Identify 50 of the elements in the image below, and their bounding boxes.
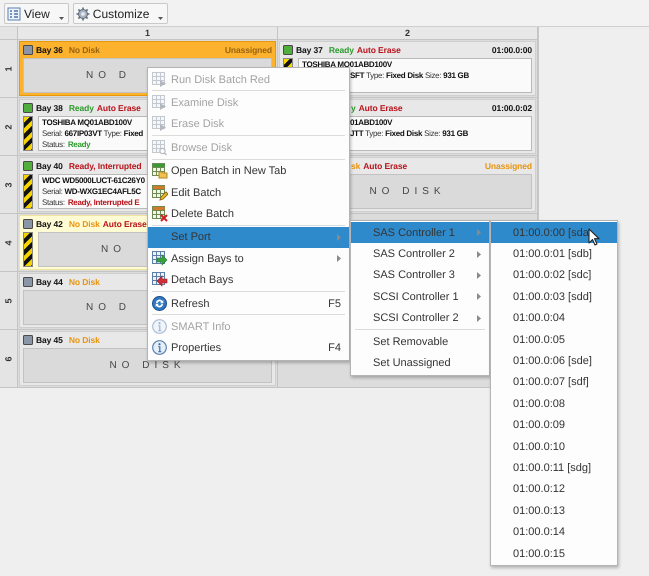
bay-status: No Disk <box>68 219 100 229</box>
bay-status: Auto Erase <box>102 219 147 229</box>
row-header: 5 <box>4 298 14 303</box>
bay-status: sk <box>351 161 360 171</box>
bay-status: No Disk <box>68 277 100 287</box>
bay-number: Bay 45 <box>36 335 63 345</box>
no-disk-label: NO DISK <box>369 186 446 197</box>
disk-details: SFT Type: Fixed Disk Size: 931 GB <box>349 70 469 81</box>
bay-status: Auto Erase <box>363 161 408 171</box>
disk-model: TOSHIBA MQ01ABD100V <box>42 117 132 128</box>
disk-details: Serial: 667IP03VT Type: Fixed <box>42 128 144 139</box>
bay-number: Bay 44 <box>36 277 63 287</box>
row-header: 6 <box>4 356 14 361</box>
bay-status: Ready, Interrupted <box>68 161 142 171</box>
column-header: 1 <box>18 27 278 40</box>
row-header: 4 <box>4 240 14 245</box>
bay-status: Auto Erase <box>358 103 403 113</box>
row-header: 3 <box>4 182 14 187</box>
status-label: Status: <box>42 139 65 150</box>
bay-status: No Disk <box>68 45 100 55</box>
port-label: 01:00.0:00 <box>492 45 532 55</box>
bay-status: Auto Erase <box>356 45 401 55</box>
disk-details: Serial: WD-WXG1EC4AFL5C <box>42 186 141 197</box>
bay-status: Auto Erase <box>96 103 141 113</box>
bay-status: Ready <box>68 103 94 113</box>
no-disk-label: NO D <box>86 70 131 81</box>
disk-model: TOSHIBA MQ01ABD100V <box>302 59 392 70</box>
no-disk-label: NO DISK <box>109 360 186 371</box>
no-disk-label: NO <box>101 244 126 255</box>
bay-status: y <box>351 103 356 113</box>
column-header: 2 <box>278 27 538 40</box>
port-label: Unassigned <box>224 45 272 55</box>
bay-number: Bay 40 <box>36 161 63 171</box>
bay-number: Bay 37 <box>296 45 323 55</box>
row-header: 2 <box>4 124 14 129</box>
bay-number: Bay 42 <box>36 219 63 229</box>
row-header: 1 <box>4 66 14 71</box>
status-label: Status: <box>42 197 65 208</box>
port-label: 01:00.0:02 <box>492 103 532 113</box>
status-value: Ready <box>68 139 90 150</box>
bay-status: Ready <box>328 45 354 55</box>
disk-model: WDC WD5000LUCT-61C26Y0 <box>42 175 145 186</box>
port-label: Unassigned <box>484 161 532 171</box>
disk-model: 01ABD100V <box>349 117 392 128</box>
bay-number: Bay 36 <box>36 45 63 55</box>
bay-status: No Disk <box>68 335 100 345</box>
disk-details: JTT Type: Fixed Disk Size: 931 GB <box>349 128 468 139</box>
bay-number: Bay 38 <box>36 103 63 113</box>
status-value: Ready, Interrupted E <box>68 197 140 208</box>
no-disk-label: NO D <box>86 302 131 313</box>
